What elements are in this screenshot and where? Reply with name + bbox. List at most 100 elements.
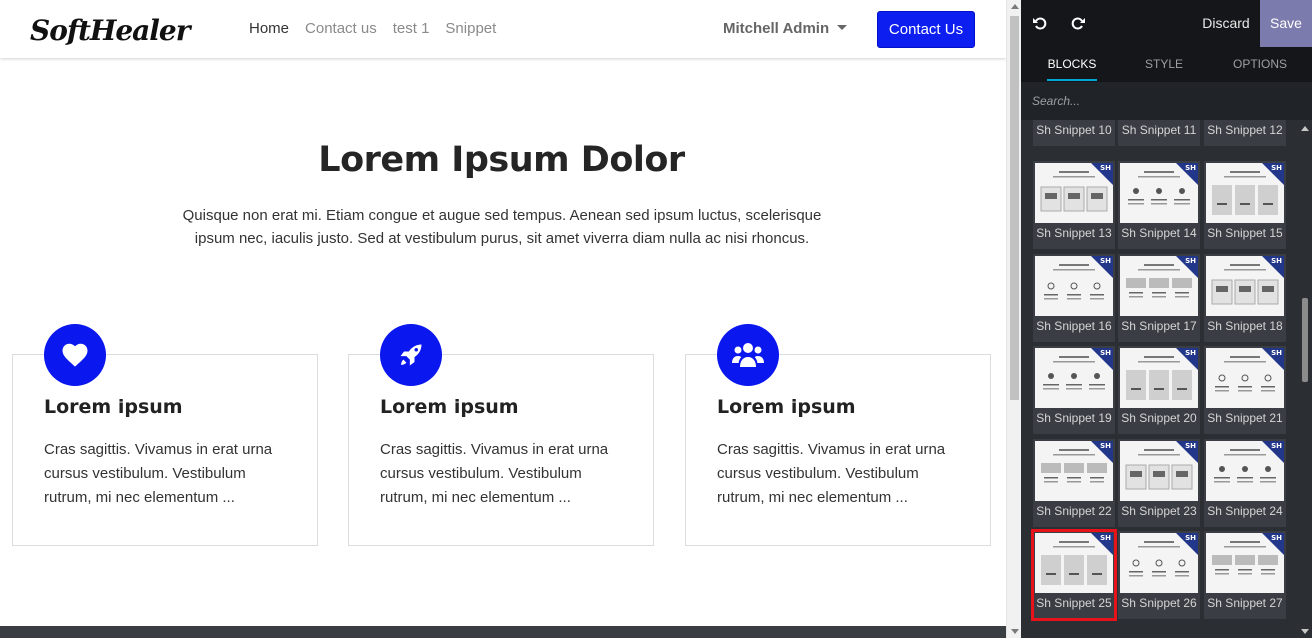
hero-description: Quisque non erat mi. Etiam congue et aug… <box>182 207 822 247</box>
heart-icon <box>62 343 88 367</box>
snippet-tile[interactable]: SH Sh Snippet 22 <box>1033 439 1115 527</box>
snippet-label: Sh Snippet 22 <box>1036 504 1112 518</box>
snippet-label: Sh Snippet 17 <box>1121 319 1197 333</box>
snippet-label: Sh Snippet 12 <box>1207 123 1283 137</box>
save-button[interactable]: Save <box>1260 0 1312 47</box>
snippet-tile[interactable]: SH Sh Snippet 19 <box>1033 346 1115 434</box>
user-name: Mitchell Admin <box>723 20 830 37</box>
sh-badge: SH <box>1185 257 1196 265</box>
snippet-tile[interactable]: SH Sh Snippet 23 <box>1118 439 1200 527</box>
editor-scrollbar[interactable] <box>1297 120 1312 638</box>
scroll-up-icon[interactable] <box>1011 4 1019 9</box>
contact-us-button[interactable]: Contact Us <box>877 11 975 48</box>
snippet-tile[interactable]: SH Sh Snippet 24 <box>1204 439 1286 527</box>
feature-icon-circle <box>717 324 779 386</box>
nav-link-test-1[interactable]: test 1 <box>393 20 430 37</box>
snippet-thumbnail: SH <box>1120 256 1198 316</box>
snippet-tile[interactable]: SH Sh Snippet 18 <box>1204 254 1286 342</box>
scrollbar-thumb[interactable] <box>1010 16 1019 400</box>
snippet-thumbnail: SH <box>1035 163 1113 223</box>
page-title: Lorem Ipsum Dolor <box>318 140 685 180</box>
snippet-label: Sh Snippet 21 <box>1207 411 1283 425</box>
tab-blocks[interactable]: BLOCKS <box>1047 47 1097 82</box>
tab-style[interactable]: STYLE <box>1139 47 1189 82</box>
snippet-grid: SHSh Snippet 10SHSh Snippet 11SHSh Snipp… <box>1021 120 1297 638</box>
nav-link-snippet[interactable]: Snippet <box>445 20 496 37</box>
rocket-icon <box>400 344 422 366</box>
editor-toolbar: Discard Save <box>1021 0 1312 47</box>
user-menu[interactable]: Mitchell Admin <box>723 20 848 37</box>
snippet-thumbnail: SH <box>1035 533 1113 593</box>
feature-card: Lorem ipsum Cras sagittis. Vivamus in er… <box>348 324 654 546</box>
snippet-thumbnail: SH <box>1120 348 1198 408</box>
feature-text: Cras sagittis. Vivamus in erat urna curs… <box>380 441 609 506</box>
snippet-label: Sh Snippet 14 <box>1121 226 1197 240</box>
feature-text: Cras sagittis. Vivamus in erat urna curs… <box>717 441 946 506</box>
snippet-thumbnail: SH <box>1035 256 1113 316</box>
snippet-label: Sh Snippet 18 <box>1207 319 1283 333</box>
snippet-label: Sh Snippet 10 <box>1036 123 1112 137</box>
feature-card: Lorem ipsum Cras sagittis. Vivamus in er… <box>685 324 991 546</box>
feature-text: Cras sagittis. Vivamus in erat urna curs… <box>44 441 273 506</box>
snippet-tile[interactable]: SH Sh Snippet 27 <box>1204 531 1286 619</box>
nav-link-home[interactable]: Home <box>249 20 289 37</box>
sh-badge: SH <box>1271 257 1282 265</box>
snippet-tile[interactable]: SH Sh Snippet 21 <box>1204 346 1286 434</box>
editor-panel: Discard Save BLOCKS STYLE OPTIONS SHSh S… <box>1021 0 1312 638</box>
sh-badge: SH <box>1271 442 1282 450</box>
sh-badge: SH <box>1100 349 1111 357</box>
feature-title: Lorem ipsum <box>717 396 856 418</box>
search-input[interactable] <box>1021 82 1312 120</box>
footer <box>0 626 1006 638</box>
snippet-label: Sh Snippet 24 <box>1207 504 1283 518</box>
feature-icon-circle <box>44 324 106 386</box>
snippet-tile[interactable]: SH Sh Snippet 26 <box>1118 531 1200 619</box>
sh-badge: SH <box>1185 534 1196 542</box>
scrollbar-thumb[interactable] <box>1302 298 1308 382</box>
nav-link-contact-us[interactable]: Contact us <box>305 20 377 37</box>
snippet-tile[interactable]: SH Sh Snippet 15 <box>1204 161 1286 249</box>
scroll-down-icon[interactable] <box>1011 629 1019 634</box>
snippet-tile[interactable]: SH Sh Snippet 25 <box>1031 529 1117 621</box>
users-icon <box>732 343 764 367</box>
logo-text: SoftHealer <box>30 14 193 47</box>
undo-icon[interactable] <box>1032 15 1048 31</box>
snippet-tile[interactable]: SH Sh Snippet 20 <box>1118 346 1200 434</box>
sh-badge: SH <box>1185 442 1196 450</box>
snippet-thumbnail: SH <box>1035 441 1113 501</box>
snippet-label: Sh Snippet 23 <box>1121 504 1197 518</box>
sh-badge: SH <box>1271 164 1282 172</box>
snippet-label: Sh Snippet 26 <box>1121 596 1197 610</box>
softhealer-logo[interactable]: SoftHealer <box>30 13 216 47</box>
snippet-tile[interactable]: SHSh Snippet 10 <box>1033 120 1115 146</box>
snippet-tile[interactable]: SH Sh Snippet 16 <box>1033 254 1115 342</box>
sh-badge: SH <box>1185 164 1196 172</box>
snippet-label: Sh Snippet 19 <box>1036 411 1112 425</box>
snippet-tile[interactable]: SH Sh Snippet 14 <box>1118 161 1200 249</box>
editor-tabs: BLOCKS STYLE OPTIONS <box>1021 47 1312 82</box>
nav-links: Home Contact us test 1 Snippet <box>249 20 512 37</box>
scroll-down-icon[interactable] <box>1301 629 1309 634</box>
snippet-thumbnail: SH <box>1206 256 1284 316</box>
snippet-label: Sh Snippet 11 <box>1121 123 1197 137</box>
snippet-thumbnail: SH <box>1035 348 1113 408</box>
snippet-tile[interactable]: SHSh Snippet 11 <box>1118 120 1200 146</box>
chevron-down-icon <box>837 25 848 30</box>
sh-badge: SH <box>1100 164 1111 172</box>
tab-options[interactable]: OPTIONS <box>1229 47 1291 82</box>
snippet-thumbnail: SH <box>1206 348 1284 408</box>
scroll-up-icon[interactable] <box>1301 126 1309 131</box>
feature-title: Lorem ipsum <box>44 396 183 418</box>
feature-card: Lorem ipsum Cras sagittis. Vivamus in er… <box>12 324 318 546</box>
page-scrollbar[interactable] <box>1006 0 1021 638</box>
snippet-tile[interactable]: SHSh Snippet 12 <box>1204 120 1286 146</box>
snippet-tile[interactable]: SH Sh Snippet 13 <box>1033 161 1115 249</box>
feature-icon-circle <box>380 324 442 386</box>
discard-button[interactable]: Discard <box>1193 0 1259 47</box>
snippet-tile[interactable]: SH Sh Snippet 17 <box>1118 254 1200 342</box>
redo-icon[interactable] <box>1070 15 1086 31</box>
sh-badge: SH <box>1271 534 1282 542</box>
sh-badge: SH <box>1100 534 1111 542</box>
sh-badge: SH <box>1185 349 1196 357</box>
snippet-label: Sh Snippet 25 <box>1036 596 1112 610</box>
